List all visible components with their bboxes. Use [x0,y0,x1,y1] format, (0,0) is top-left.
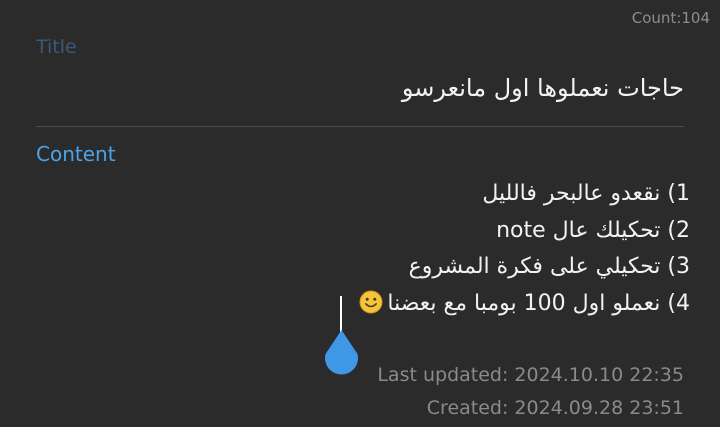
last-updated-text: Last updated: 2024.10.10 22:35 [377,364,684,386]
content-line-4-wrapper: 4) نعملو اول 100 بومبا مع بعضنا [30,286,690,323]
content-line-4: 4) نعملو اول 100 بومبا مع بعضنا [387,290,690,316]
note-editor-screen: { "header": { "count_text": "Count:104" … [0,0,720,427]
content-line-1: 1) نقعدو عالبحر فالليل [482,181,690,206]
text-cursor [340,296,342,332]
created-text: Created: 2024.09.28 23:51 [426,397,684,419]
smiling-face-emoji-icon [359,290,383,314]
content-line-3: 3) تحكيلي على فكرة المشروع [408,254,690,279]
character-count: Count:104 [631,9,710,27]
title-divider [36,126,684,127]
cursor-handle-icon[interactable] [323,330,360,375]
content-line-2: 2) تحكيلك عال note [496,217,690,243]
content-label: Content [36,142,116,166]
content-textarea[interactable]: 1) نقعدو عالبحر فالليل 2) تحكيلك عال not… [30,176,690,322]
title-label: Title [36,36,77,58]
title-input[interactable]: حاجات نعملوها اول مانعرسو [402,74,684,102]
